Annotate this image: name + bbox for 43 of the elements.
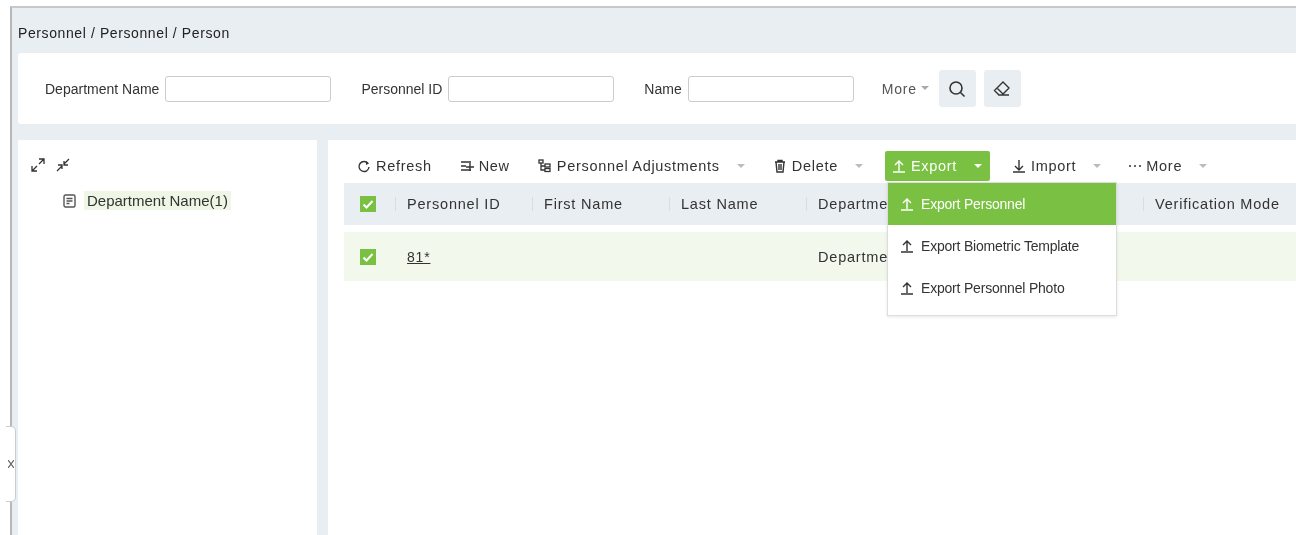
hierarchy-icon: [537, 159, 552, 173]
upload-icon: [900, 239, 914, 253]
field-label: Department Name: [45, 80, 160, 97]
input-field[interactable]: [448, 75, 615, 102]
field-label: Personnel ID: [361, 80, 443, 97]
column-header: Last Name: [681, 196, 759, 212]
checkbox[interactable]: [360, 196, 376, 212]
tree-item[interactable]: Department Name(1): [84, 191, 231, 210]
document-icon: [63, 193, 76, 208]
table-cell: Departme: [818, 248, 889, 265]
breadcrumb: Personnel / Personnel / Person: [17, 24, 231, 43]
add-list-icon: [459, 159, 474, 173]
collapse-arrow-icon: [7, 460, 14, 468]
input-field[interactable]: [165, 75, 332, 102]
search-button[interactable]: [938, 70, 976, 107]
more-dropdown[interactable]: More: [881, 80, 929, 97]
download-icon: [1012, 159, 1027, 173]
column-header: Personnel ID: [407, 196, 501, 212]
field-label: Name: [644, 80, 682, 97]
input-field[interactable]: [687, 75, 854, 102]
column-header: Departme: [818, 196, 889, 212]
side-handle[interactable]: [6, 426, 16, 502]
collapse-icon[interactable]: [56, 158, 70, 172]
id-link[interactable]: 81*: [407, 248, 431, 265]
upload-icon: [900, 197, 914, 211]
upload-icon: [900, 281, 914, 295]
eraser-icon: [993, 79, 1012, 98]
clear-button[interactable]: [983, 70, 1021, 107]
toolbar-button[interactable]: More: [1129, 151, 1208, 181]
toolbar-button[interactable]: Import: [1012, 151, 1102, 181]
upload-icon: [891, 159, 906, 173]
column-header: First Name: [544, 196, 623, 212]
refresh-icon: [357, 159, 371, 173]
toolbar-button[interactable]: Delete: [772, 151, 863, 181]
toolbar-button[interactable]: New: [459, 151, 510, 181]
search-icon: [948, 79, 967, 98]
column-header: Verification Mode: [1155, 196, 1280, 212]
trash-icon: [772, 159, 787, 173]
caret-icon: [920, 86, 929, 91]
toolbar-button[interactable]: Refresh: [357, 151, 432, 181]
toolbar-button[interactable]: Personnel Adjustments: [537, 151, 745, 181]
checkbox[interactable]: [360, 248, 376, 265]
expand-icon[interactable]: [31, 158, 45, 172]
